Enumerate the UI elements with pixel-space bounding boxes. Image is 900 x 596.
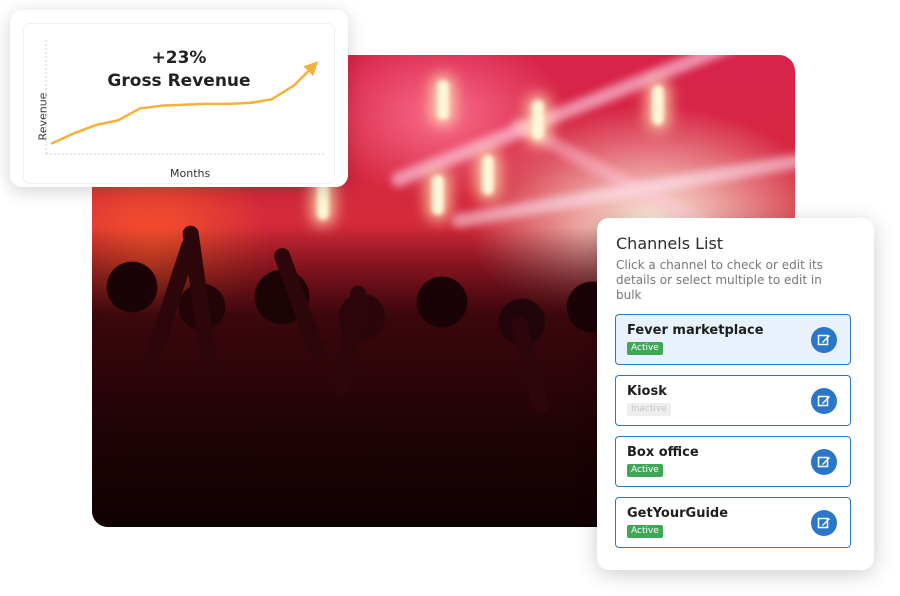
- status-badge: Active: [627, 464, 663, 477]
- status-badge: Inactive: [627, 403, 671, 416]
- channels-list-panel: Channels List Click a channel to check o…: [597, 218, 874, 570]
- channels-subtitle: Click a channel to check or edit its det…: [616, 258, 823, 302]
- channel-name: Fever marketplace: [627, 323, 764, 338]
- channel-name: Kiosk: [627, 384, 667, 399]
- edit-icon[interactable]: [811, 327, 837, 353]
- channel-name: GetYourGuide: [627, 506, 729, 521]
- revenue-card: +23% Gross Revenue Revenue Months: [10, 10, 348, 187]
- channel-item-kiosk[interactable]: Kiosk Inactive: [615, 375, 851, 426]
- status-badge: Active: [627, 525, 663, 538]
- channels-title: Channels List: [616, 234, 724, 253]
- edit-icon[interactable]: [811, 388, 837, 414]
- channel-item-fever-marketplace[interactable]: Fever marketplace Active: [615, 314, 851, 365]
- revenue-line-chart: [45, 40, 326, 155]
- revenue-series-line: [50, 62, 318, 145]
- channel-item-box-office[interactable]: Box office Active: [615, 436, 851, 487]
- channel-name: Box office: [627, 445, 699, 460]
- edit-icon[interactable]: [811, 449, 837, 475]
- status-badge: Active: [627, 342, 663, 355]
- edit-icon[interactable]: [811, 510, 837, 536]
- channel-item-getyourguide[interactable]: GetYourGuide Active: [615, 497, 851, 548]
